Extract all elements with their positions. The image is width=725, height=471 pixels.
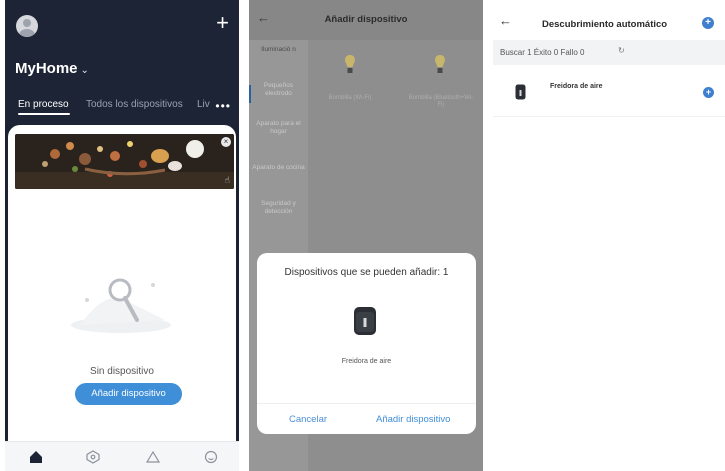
category-aparato-cocina[interactable]: Aparato de cocina [251, 164, 306, 172]
add-device-screen: ← Añadir dispositivo Iluminació n Pequeñ… [249, 0, 483, 471]
category-aparato-hogar[interactable]: Aparato para el hogar [251, 120, 306, 136]
add-circle-icon[interactable]: + [702, 17, 714, 29]
refresh-icon[interactable]: ↻ [618, 46, 625, 55]
dialog-title: Dispositivos que se pueden añadir: 1 [284, 267, 449, 278]
bulb-wifi-icon[interactable] [343, 54, 357, 76]
air-fryer-icon [354, 307, 376, 335]
bulb-bluetooth-wifi-label: Bombilla (Bluetooth+Wi-Fi) [408, 95, 474, 108]
page-title: Añadir dispositivo [324, 14, 408, 25]
bottom-nav [5, 441, 239, 471]
tab-en-proceso[interactable]: En proceso [18, 99, 69, 110]
home-header: + MyHome ⌄ En proceso Todos los dispositi… [5, 0, 239, 125]
category-seguridad[interactable]: Seguridad y detección [251, 200, 306, 216]
hand-pointer-icon: ☝ [224, 175, 230, 185]
category-pequenos-electrodomesticos[interactable]: Pequeños electrodo [251, 82, 306, 98]
food-banner-image [15, 134, 234, 189]
found-device-name: Freidora de aire [341, 358, 392, 365]
list-item[interactable]: Freidora de aire + [493, 65, 725, 117]
auto-discovery-screen: ← Descubrimiento automático + Buscar 1 É… [493, 0, 725, 471]
profile-icon[interactable] [204, 450, 218, 464]
discovery-status: Buscar 1 Éxito 0 Fallo 0 [500, 48, 585, 57]
category-iluminacion[interactable]: Iluminació n [251, 46, 306, 54]
home-icon[interactable] [29, 450, 43, 464]
scene-icon[interactable] [146, 450, 160, 464]
device-name: Freidora de aire [550, 83, 603, 90]
home-name: MyHome [15, 60, 78, 77]
home-screen: + MyHome ⌄ En proceso Todos los dispositi… [5, 0, 239, 471]
empty-illustration [71, 278, 171, 333]
tab-todos-los-dispositivos[interactable]: Todos los dispositivos [86, 99, 183, 110]
add-icon[interactable]: + [216, 12, 229, 34]
promo-banner[interactable]: × ☝ [15, 134, 234, 189]
cancel-button[interactable]: Cancelar [289, 414, 327, 425]
more-icon[interactable]: ••• [215, 99, 231, 113]
home-selector[interactable]: MyHome ⌄ [15, 60, 89, 77]
tab-liv[interactable]: Liv [197, 99, 210, 110]
add-device-header: ← Añadir dispositivo [249, 0, 483, 40]
air-fryer-icon [515, 84, 526, 100]
add-device-button[interactable]: Añadir dispositivo [75, 383, 182, 405]
chevron-down-icon: ⌄ [80, 65, 89, 76]
smart-icon[interactable] [86, 450, 100, 464]
dialog-add-device-button[interactable]: Añadir dispositivo [376, 414, 450, 425]
bulb-bluetooth-wifi-icon[interactable] [433, 54, 447, 76]
room-tabs: En proceso Todos los dispositivos Liv ••… [18, 99, 236, 115]
avatar[interactable] [16, 15, 38, 37]
dialog-divider [257, 403, 476, 404]
page-title: Descubrimiento automático [542, 19, 668, 30]
empty-state-text: Sin dispositivo [90, 366, 154, 377]
devices-found-dialog: Dispositivos que se pueden añadir: 1 Fre… [257, 253, 476, 434]
tab-underline [18, 113, 70, 115]
bulb-wifi-label: Bombilla (Wi-Fi) [328, 95, 372, 101]
discovery-status-bar: Buscar 1 Éxito 0 Fallo 0 ↻ [493, 40, 725, 65]
back-arrow-icon[interactable]: ← [499, 13, 512, 28]
add-device-circle-icon[interactable]: + [703, 87, 714, 98]
close-icon[interactable]: × [221, 137, 231, 147]
